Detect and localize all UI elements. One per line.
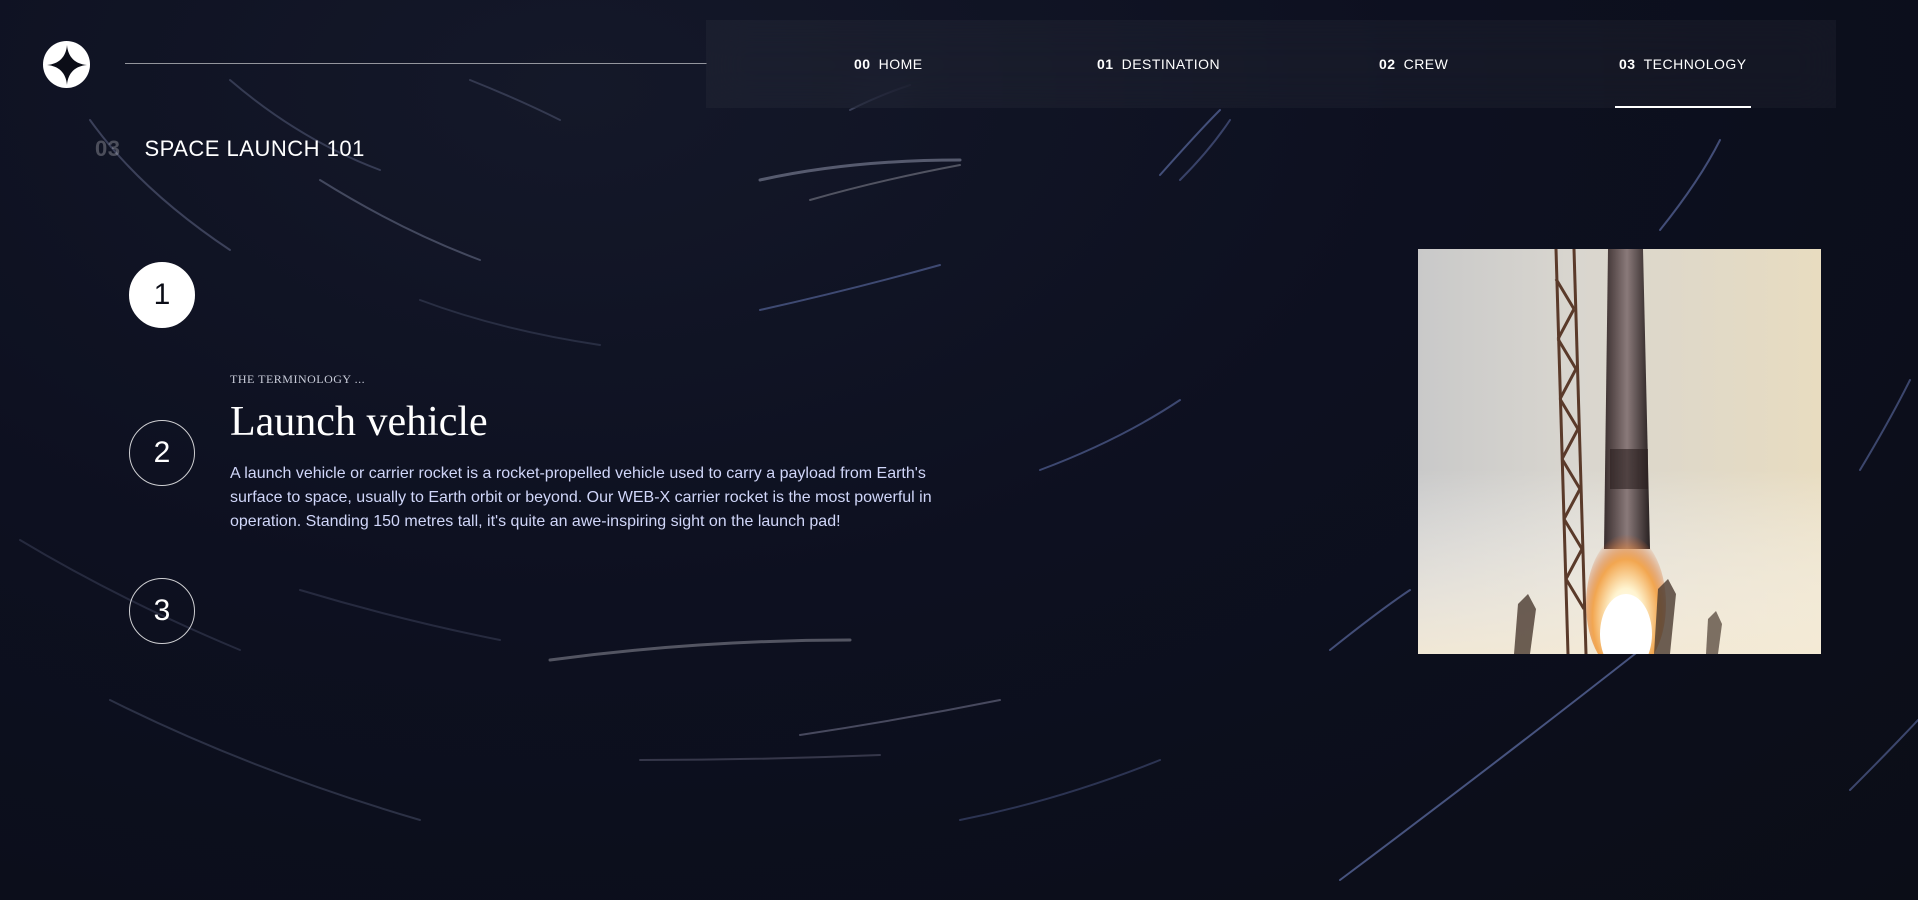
technology-description: A launch vehicle or carrier rocket is a … [230,465,932,530]
nav-item-label: HOME [878,56,923,72]
technology-name: Launch vehicle [230,399,488,445]
step-button-1[interactable]: 1 [129,262,195,328]
launch-vehicle-image [1418,249,1821,654]
nav-item-number: 00 [854,56,871,72]
nav-item-destination[interactable]: 01 DESTINATION [1097,20,1220,108]
nav-item-label: DESTINATION [1121,56,1221,72]
nav-item-label: CREW [1403,56,1449,72]
nav-item-number: 01 [1097,56,1114,72]
main-nav: 00 HOME 01 DESTINATION 02 CREW 03 TECHNO… [706,20,1836,108]
step-button-2[interactable]: 2 [129,420,195,486]
logo[interactable] [43,41,90,88]
nav-item-number: 02 [1379,56,1396,72]
nav-item-home[interactable]: 00 HOME [854,20,923,108]
page-title: 03 SPACE LAUNCH 101 [95,136,365,162]
nav-item-technology[interactable]: 03 TECHNOLOGY [1615,20,1751,108]
star-logo-icon [46,44,87,85]
nav-item-number: 03 [1619,56,1636,72]
step-button-3[interactable]: 3 [129,578,195,644]
nav-item-crew[interactable]: 02 CREW [1379,20,1448,108]
nav-item-label: TECHNOLOGY [1643,56,1747,72]
technology-page: 00 HOME 01 DESTINATION 02 CREW 03 TECHNO… [0,0,1918,900]
page-title-text: SPACE LAUNCH 101 [144,136,365,161]
terminology-eyebrow: THE TERMINOLOGY ... [230,372,366,386]
header-divider [125,63,707,64]
page-title-number: 03 [95,136,121,161]
